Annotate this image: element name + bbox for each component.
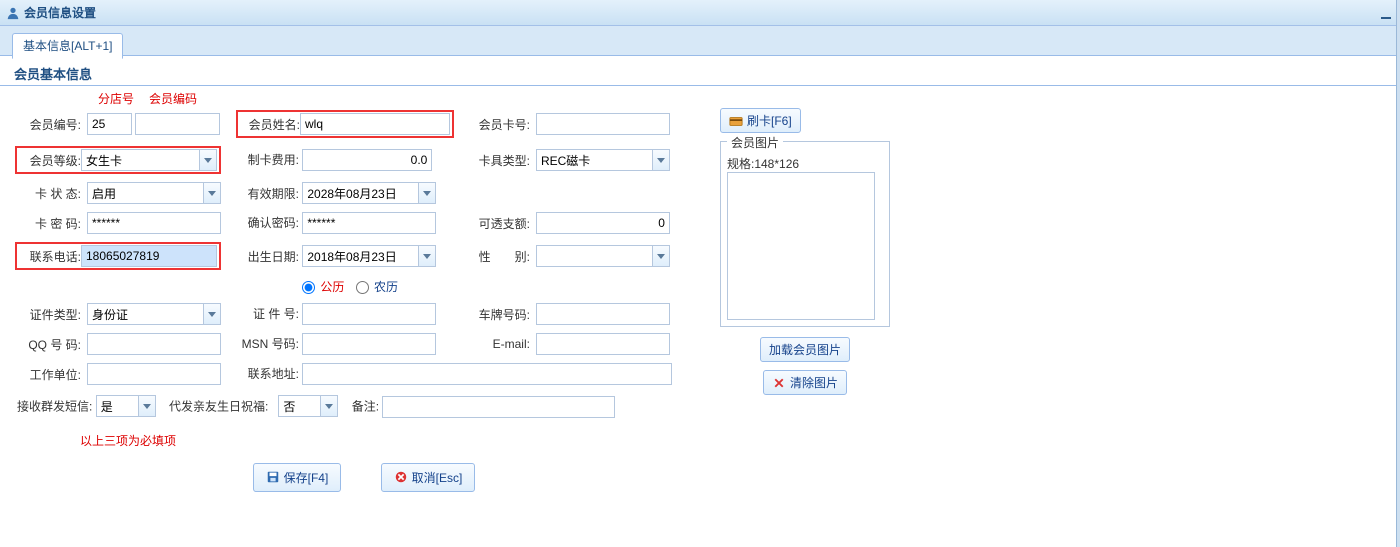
section-title: 会员基本信息 [0, 56, 1400, 86]
plate-input[interactable] [536, 303, 670, 325]
cancel-icon [394, 470, 408, 484]
card-pwd-input[interactable] [87, 212, 221, 234]
cancel-button[interactable]: 取消[Esc] [381, 463, 476, 492]
member-code-input[interactable] [135, 113, 220, 135]
member-name-input[interactable] [300, 113, 450, 135]
calendar-lunar-radio[interactable]: 农历 [356, 280, 398, 294]
image-panel: 刷卡[F6] 会员图片 规格:148*126 加载会员图片 清除图片 [720, 108, 890, 395]
card-no-input[interactable] [536, 113, 670, 135]
card-type-select[interactable] [536, 149, 670, 171]
chevron-down-icon[interactable] [199, 149, 217, 171]
footer-buttons: 保存[F4] 取消[Esc] [14, 453, 714, 492]
label-overdraft: 可透支额: [461, 208, 533, 238]
label-phone: 联系电话: [19, 248, 81, 265]
label-card-type: 卡具类型: [461, 142, 533, 178]
label-id-type: 证件类型: [14, 299, 84, 329]
chevron-down-icon[interactable] [652, 149, 670, 171]
form-table: 会员编号: 会员姓名: 会员卡号: 会员等级: [14, 106, 675, 422]
window-title: 会员信息设置 [24, 4, 96, 21]
swipe-card-button[interactable]: 刷卡[F6] [720, 108, 801, 133]
label-plate: 车牌号码: [461, 299, 533, 329]
title-bar: 会员信息设置 [0, 0, 1400, 26]
label-card-pwd: 卡 密 码: [14, 208, 84, 238]
chevron-down-icon[interactable] [320, 395, 338, 417]
id-type-select[interactable] [87, 303, 221, 325]
card-icon [729, 114, 743, 128]
note-required: 以上三项为必填项 [14, 422, 1386, 453]
email-input[interactable] [536, 333, 670, 355]
label-member-name: 会员姓名: [240, 116, 300, 133]
label-receive-sms: 接收群发短信: [17, 400, 92, 414]
calendar-solar-radio[interactable]: 公历 [302, 280, 344, 294]
label-remark: 备注: [352, 400, 379, 414]
label-birthday: 出生日期: [227, 248, 299, 265]
label-confirm-pwd: 确认密码: [227, 214, 299, 231]
chevron-down-icon[interactable] [652, 245, 670, 267]
chevron-down-icon[interactable] [418, 245, 436, 267]
chevron-down-icon[interactable] [203, 182, 221, 204]
label-relative-bless: 代发亲友生日祝福: [169, 400, 268, 414]
image-fieldset: 会员图片 规格:148*126 [720, 141, 890, 327]
label-id-no: 证 件 号: [227, 305, 299, 322]
qq-input[interactable] [87, 333, 221, 355]
id-no-input[interactable] [302, 303, 436, 325]
tab-basic-info[interactable]: 基本信息[ALT+1] [12, 33, 123, 59]
label-card-fee: 制卡费用: [227, 151, 299, 168]
birthday-picker[interactable] [302, 245, 436, 267]
minimize-icon[interactable] [1378, 5, 1394, 19]
card-fee-input[interactable] [302, 149, 432, 171]
valid-date-picker[interactable] [302, 182, 436, 204]
hint-code: 会员编码 [149, 90, 197, 107]
relative-bless-select[interactable] [278, 395, 338, 417]
label-member-no: 会员编号: [14, 106, 84, 142]
clear-image-button[interactable]: 清除图片 [763, 370, 847, 395]
label-email: E-mail: [461, 329, 533, 359]
load-image-button[interactable]: 加载会员图片 [760, 337, 850, 362]
phone-input[interactable] [81, 245, 217, 267]
gender-select[interactable] [536, 245, 670, 267]
image-legend: 会员图片 [727, 134, 783, 151]
label-qq: QQ 号 码: [14, 329, 84, 359]
form-area: 分店号 会员编码 会员编号: 会员姓名: 会员卡号: 会员等级: [0, 88, 1400, 494]
save-button[interactable]: 保存[F4] [253, 463, 342, 492]
save-icon [266, 470, 280, 484]
chevron-down-icon[interactable] [138, 395, 156, 417]
person-icon [6, 6, 20, 20]
overdraft-input[interactable] [536, 212, 670, 234]
tab-strip: 基本信息[ALT+1] [0, 26, 1400, 56]
chevron-down-icon[interactable] [418, 182, 436, 204]
right-border [1396, 0, 1400, 547]
label-card-no: 会员卡号: [461, 106, 533, 142]
receive-sms-select[interactable] [96, 395, 156, 417]
label-gender: 性 别: [461, 238, 533, 274]
image-slot [727, 172, 875, 320]
remark-input[interactable] [382, 396, 615, 418]
hint-branch: 分店号 [98, 90, 134, 107]
card-status-select[interactable] [87, 182, 221, 204]
branch-no-input[interactable] [87, 113, 132, 135]
address-input[interactable] [302, 363, 672, 385]
hint-row: 分店号 会员编码 [14, 90, 1386, 106]
label-valid-date: 有效期限: [227, 185, 299, 202]
label-msn: MSN 号码: [227, 335, 299, 352]
delete-icon [772, 376, 786, 390]
image-spec: 规格:148*126 [727, 155, 883, 172]
member-level-select[interactable] [81, 149, 217, 171]
chevron-down-icon[interactable] [203, 303, 221, 325]
msn-input[interactable] [302, 333, 436, 355]
label-address: 联系地址: [227, 365, 299, 382]
label-card-status: 卡 状 态: [14, 178, 84, 208]
company-input[interactable] [87, 363, 221, 385]
label-member-level: 会员等级: [19, 152, 81, 169]
label-company: 工作单位: [14, 359, 84, 389]
confirm-pwd-input[interactable] [302, 212, 436, 234]
